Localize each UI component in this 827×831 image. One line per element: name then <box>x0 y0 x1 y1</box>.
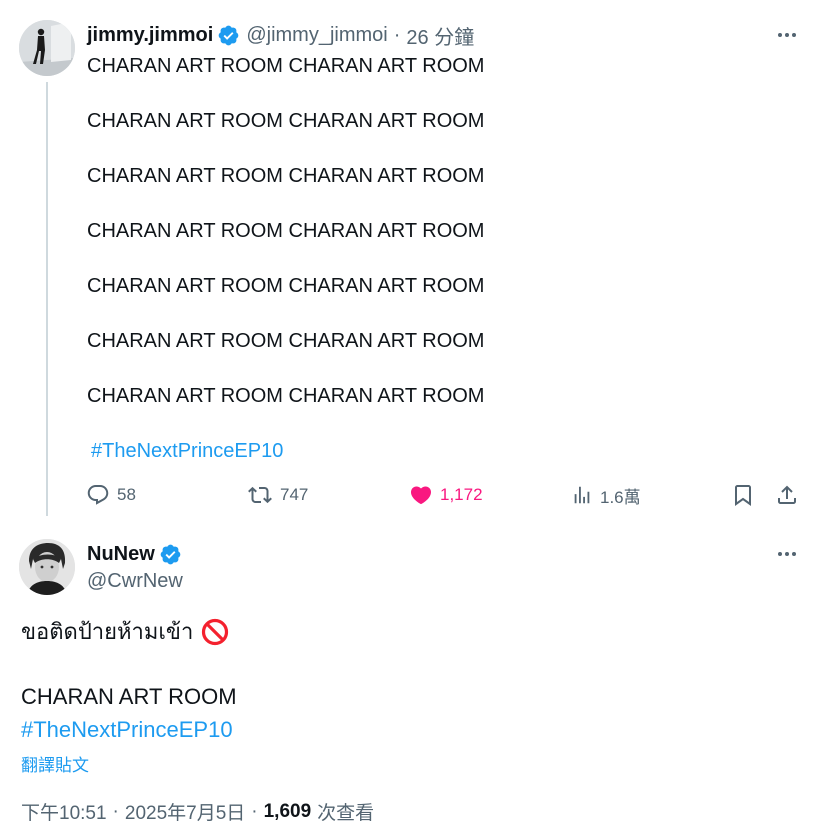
more-icon[interactable] <box>775 542 799 566</box>
separator: · <box>251 800 258 822</box>
heart-icon <box>410 486 432 505</box>
avatar[interactable] <box>19 539 75 595</box>
separator: · <box>393 23 401 46</box>
reply-button[interactable]: 58 <box>86 478 136 512</box>
bookmark-button[interactable] <box>731 478 755 512</box>
translate-link[interactable]: 翻譯貼文 <box>21 751 89 776</box>
text-line: CHARAN ART ROOM CHARAN ART ROOM <box>87 330 485 352</box>
tweet-text: ขอติดป้ายห้ามเข้า <box>21 619 194 644</box>
separator: · <box>112 800 119 822</box>
views-label: 次查看 <box>317 803 375 824</box>
retweet-count: 747 <box>280 485 309 504</box>
views-count: 1,609 <box>263 800 312 822</box>
share-button[interactable] <box>775 478 799 512</box>
views-count: 1.6萬 <box>600 487 641 507</box>
tweet-meta: 下午10:51 · 2025年7月5日 · 1,609 次查看 <box>21 798 374 825</box>
reply-tweet[interactable]: jimmy.jimmoi @jimmy_jimmoi · 26 分鐘 CHARA… <box>0 0 827 520</box>
verified-badge-icon <box>160 544 181 564</box>
reply-header: jimmy.jimmoi @jimmy_jimmoi · 26 分鐘 <box>87 21 474 49</box>
share-icon <box>778 485 796 504</box>
hashtag-link[interactable]: #TheNextPrinceEP10 <box>91 440 283 462</box>
text-line: CHARAN ART ROOM CHARAN ART ROOM <box>87 275 485 297</box>
tweet-date[interactable]: 2025年7月5日 <box>125 798 245 825</box>
views-button[interactable]: 1.6萬 <box>571 478 641 512</box>
retweet-icon <box>248 486 272 504</box>
hashtag-link[interactable]: #TheNextPrinceEP10 <box>21 717 233 743</box>
tweet-time[interactable]: 下午10:51 <box>21 798 107 825</box>
like-button[interactable]: 1,172 <box>409 478 483 512</box>
verified-badge-icon <box>219 25 239 45</box>
no-entry-icon <box>202 618 229 646</box>
views-icon <box>574 486 590 504</box>
display-name[interactable]: jimmy.jimmoi <box>87 24 213 47</box>
timestamp[interactable]: 26 分鐘 <box>406 21 474 50</box>
like-count: 1,172 <box>440 485 483 504</box>
retweet-button[interactable]: 747 <box>247 478 308 512</box>
reply-icon <box>87 485 109 505</box>
thread-line <box>46 82 48 516</box>
reply-count: 58 <box>117 485 136 504</box>
main-header: NuNew <box>87 541 182 567</box>
text-line: CHARAN ART ROOM CHARAN ART ROOM <box>87 385 485 407</box>
text-line: CHARAN ART ROOM CHARAN ART ROOM <box>87 220 485 242</box>
text-line: CHARAN ART ROOM CHARAN ART ROOM <box>87 55 485 77</box>
reply-text: CHARAN ART ROOM CHARAN ART ROOM CHARAN A… <box>87 55 484 440</box>
display-name[interactable]: NuNew <box>87 543 155 566</box>
handle[interactable]: @CwrNew <box>87 570 183 593</box>
action-bar: 58 747 1,172 1.6萬 <box>86 478 806 512</box>
tweet-text: CHARAN ART ROOM <box>21 684 237 709</box>
handle[interactable]: @jimmy_jimmoi <box>246 24 387 47</box>
text-line: CHARAN ART ROOM CHARAN ART ROOM <box>87 110 485 132</box>
more-icon[interactable] <box>775 23 799 47</box>
avatar[interactable] <box>19 20 75 76</box>
bookmark-icon <box>735 485 751 506</box>
text-line: CHARAN ART ROOM CHARAN ART ROOM <box>87 165 485 187</box>
tweet-text-line: ขอติดป้ายห้ามเข้า <box>21 618 229 646</box>
